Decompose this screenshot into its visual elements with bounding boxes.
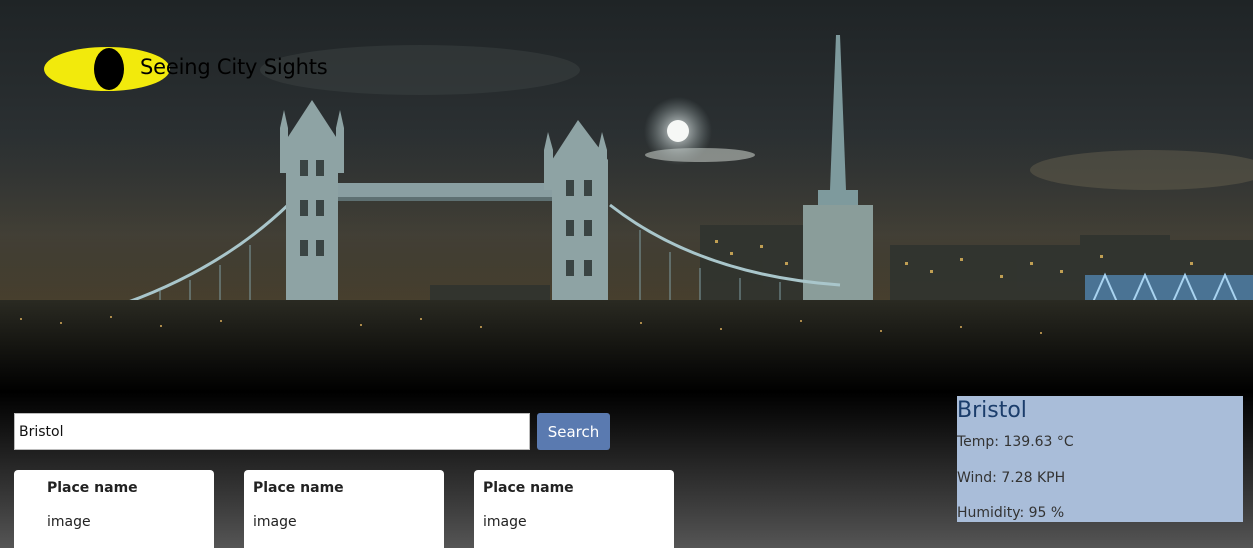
weather-temperature: Temp: 139.63 °C — [957, 434, 1074, 450]
weather-city: Bristol — [957, 398, 1027, 423]
place-name: Place name — [483, 480, 574, 496]
weather-humidity: Humidity: 95 % — [957, 505, 1065, 521]
brand-name: Seeing City Sights — [140, 55, 328, 79]
weather-panel: Bristol Temp: 139.63 °C Wind: 7.28 KPH H… — [957, 396, 1243, 522]
place-card[interactable]: Place name image — [474, 470, 674, 548]
brand-logo[interactable]: Seeing City Sights — [44, 46, 344, 92]
place-card[interactable]: Place name image — [14, 470, 214, 548]
place-name: Place name — [47, 480, 138, 496]
place-image-placeholder: image — [47, 514, 91, 530]
search-button[interactable]: Search — [537, 413, 610, 450]
weather-wind: Wind: 7.28 KPH — [957, 470, 1066, 486]
place-name: Place name — [253, 480, 344, 496]
place-card[interactable]: Place name image — [244, 470, 444, 548]
place-image-placeholder: image — [253, 514, 297, 530]
city-search-input[interactable] — [14, 413, 530, 450]
hero-banner: Seeing City Sights — [0, 0, 1253, 392]
place-image-placeholder: image — [483, 514, 527, 530]
page: Seeing City Sights Search Place name ima… — [0, 0, 1253, 548]
